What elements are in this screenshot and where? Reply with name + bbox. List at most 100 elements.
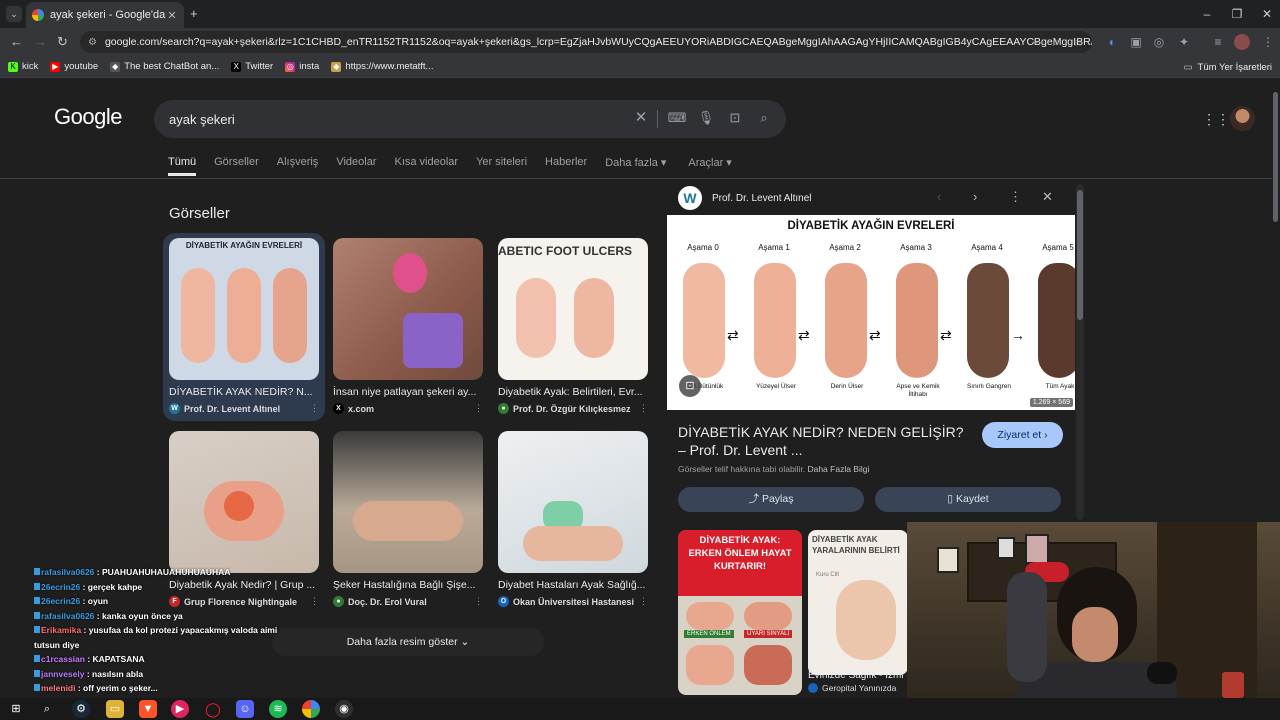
preview-image[interactable]: DİYABETİK AYAĞIN EVRELERİ Aşama 0 Cilt Bü… bbox=[667, 215, 1075, 410]
result-source[interactable]: W Prof. Dr. Levent Altınel ⋮ bbox=[169, 403, 319, 414]
tab-images[interactable]: Görseller bbox=[214, 152, 259, 176]
more-options-icon[interactable]: ⋮ bbox=[474, 403, 483, 414]
bookmark-metatft[interactable]: ◆ https://www.metatft... bbox=[331, 61, 433, 72]
chat-username[interactable]: 26ecrin26 bbox=[41, 596, 80, 606]
bookmark-chatbot[interactable]: ◆ The best ChatBot an... bbox=[110, 61, 219, 72]
close-preview-icon[interactable]: ✕ bbox=[1042, 189, 1053, 205]
tab-videos[interactable]: Videolar bbox=[336, 152, 376, 176]
chat-username[interactable]: rafasilva0626 bbox=[41, 567, 94, 577]
bookmark-kick[interactable]: Kkick bbox=[8, 61, 38, 72]
related-image-2[interactable]: DİYABETİK AYAK YARALARININ BELİRTİ Kuru … bbox=[808, 530, 908, 675]
steam-icon[interactable]: ⚙ bbox=[72, 700, 90, 718]
lens-icon[interactable]: ⊡ bbox=[725, 108, 745, 128]
tab-all[interactable]: Tümü bbox=[168, 152, 197, 176]
site-info-icon[interactable]: ⚙ bbox=[88, 37, 97, 48]
more-options-icon[interactable]: ⋮ bbox=[639, 403, 648, 414]
chat-username[interactable]: c1rcassian bbox=[41, 654, 85, 664]
image-result[interactable]: İnsan niye patlayan şekeri ay... Xx.com ⋮ bbox=[333, 238, 483, 414]
result-title[interactable]: Diyabetik Ayak: Belirtileri, Evr... bbox=[498, 386, 648, 398]
tab-search-icon[interactable]: ≡ bbox=[1210, 34, 1226, 50]
location-icon[interactable]: ⌖ bbox=[1027, 34, 1043, 50]
chat-username[interactable]: 26ecrin26 bbox=[41, 582, 80, 592]
related-image-1[interactable]: DİYABETİK AYAK: ERKEN ÖNLEM HAYAT KURTAR… bbox=[678, 530, 802, 695]
chat-username[interactable]: rafasilva0626 bbox=[41, 611, 94, 621]
panel-scrollbar[interactable] bbox=[1076, 184, 1084, 520]
brave-icon[interactable]: ▼ bbox=[139, 700, 157, 718]
more-options-icon[interactable]: ⋮ bbox=[310, 403, 319, 414]
minimize-icon[interactable]: – bbox=[1196, 4, 1218, 24]
tab-news[interactable]: Haberler bbox=[545, 152, 587, 176]
result-source[interactable]: O Okan Üniversitesi Hastanesi ⋮ bbox=[498, 596, 648, 607]
image-result[interactable]: Şeker Hastalığına Bağlı Şişe... ● Doç. Dr… bbox=[333, 431, 483, 607]
previous-image-icon[interactable]: ‹ bbox=[937, 189, 941, 204]
clear-search-icon[interactable]: ✕ bbox=[631, 108, 651, 128]
tab-shopping[interactable]: Alışveriş bbox=[277, 152, 319, 176]
file-explorer-icon[interactable]: ▭ bbox=[106, 700, 124, 718]
spotify-icon[interactable]: ≋ bbox=[269, 700, 287, 718]
bookmark-star-icon[interactable]: ☆ bbox=[1070, 34, 1086, 50]
discord-icon[interactable]: ☺ bbox=[236, 700, 254, 718]
bookmark-insta[interactable]: ◎ insta bbox=[285, 61, 319, 72]
related-title[interactable]: Evinizde Sağlık - İzmi bbox=[808, 670, 904, 681]
image-result[interactable]: Diyabet Hastaları Ayak Sağlığ... O Okan Ü… bbox=[498, 431, 648, 607]
bookmark-youtube[interactable]: ▶ youtube bbox=[50, 61, 98, 72]
panel-scroll-thumb[interactable] bbox=[1077, 190, 1083, 320]
maximize-icon[interactable]: ❐ bbox=[1226, 4, 1248, 24]
chat-username[interactable]: jannvesely bbox=[41, 669, 84, 679]
tab-short-videos[interactable]: Kısa videolar bbox=[394, 152, 458, 176]
result-title[interactable]: Şeker Hastalığına Bağlı Şişe... bbox=[333, 579, 483, 591]
keyboard-icon[interactable]: ⌨ bbox=[667, 108, 687, 128]
page-scroll-thumb[interactable] bbox=[1273, 92, 1278, 222]
result-source[interactable]: ● Doç. Dr. Erol Vural ⋮ bbox=[333, 596, 483, 607]
microphone-icon[interactable]: 🎙 bbox=[696, 108, 716, 128]
more-options-icon[interactable]: ⋮ bbox=[639, 596, 648, 607]
preview-site-name[interactable]: Prof. Dr. Levent Altınel bbox=[712, 193, 812, 204]
result-title[interactable]: İnsan niye patlayan şekeri ay... bbox=[333, 386, 483, 398]
reload-icon[interactable]: ↻ bbox=[57, 34, 68, 50]
zoom-icon[interactable]: ⌕ bbox=[1048, 34, 1064, 50]
bookmark-twitter[interactable]: X Twitter bbox=[231, 61, 273, 72]
result-title[interactable]: DİYABETİK AYAK NEDİR? N... bbox=[169, 386, 319, 398]
preview-title[interactable]: DİYABETİK AYAK NEDİR? NEDEN GELİŞİR? – P… bbox=[678, 423, 970, 459]
search-icon[interactable]: ⌕ bbox=[754, 108, 774, 128]
lens-search-icon[interactable]: ⊡ bbox=[679, 375, 701, 397]
more-options-icon[interactable]: ⋮ bbox=[474, 596, 483, 607]
image-result[interactable]: DİYABETİK AYAĞIN EVRELERİ DİYABETİK AYAK… bbox=[169, 238, 319, 414]
result-source[interactable]: Xx.com ⋮ bbox=[333, 403, 483, 414]
search-input[interactable]: ayak şekeri bbox=[154, 100, 786, 138]
chat-username[interactable]: Erikamika bbox=[41, 625, 81, 635]
tab-list-icon[interactable]: ⌄ bbox=[6, 6, 22, 22]
extension-2-icon[interactable]: ▣ bbox=[1128, 34, 1144, 50]
extension-3-icon[interactable]: ◎ bbox=[1151, 34, 1167, 50]
start-icon[interactable]: ⊞ bbox=[7, 700, 25, 718]
media-player-icon[interactable]: ▶ bbox=[171, 700, 189, 718]
opera-icon[interactable]: ◯ bbox=[204, 700, 222, 718]
google-logo[interactable]: Google bbox=[54, 104, 122, 130]
back-icon[interactable]: ← bbox=[10, 34, 23, 49]
extensions-puzzle-icon[interactable]: ✦ bbox=[1176, 34, 1192, 50]
result-title[interactable]: Diyabet Hastaları Ayak Sağlığ... bbox=[498, 579, 648, 591]
forward-icon[interactable]: → bbox=[34, 34, 47, 49]
result-source[interactable]: ● Prof. Dr. Özgür Kılıçkesmez ⋮ bbox=[498, 403, 648, 414]
learn-more-link[interactable]: Daha Fazla Bilgi bbox=[807, 464, 869, 474]
new-tab-icon[interactable]: + bbox=[190, 6, 198, 21]
chrome-icon[interactable] bbox=[302, 700, 320, 718]
visit-button[interactable]: Ziyaret et › bbox=[982, 422, 1063, 448]
related-source[interactable]: Geropital Yanınızda bbox=[808, 683, 896, 693]
all-bookmarks[interactable]: ▭ Tüm Yer İşaretleri bbox=[1184, 56, 1272, 78]
tab-more[interactable]: Daha fazla ▾ bbox=[605, 152, 666, 176]
more-options-icon[interactable]: ⋮ bbox=[1009, 189, 1022, 205]
google-apps-icon[interactable]: ⋮⋮ bbox=[1202, 111, 1230, 127]
obs-icon[interactable]: ◉ bbox=[335, 700, 353, 718]
profile-avatar-icon[interactable] bbox=[1234, 34, 1250, 50]
tab-active[interactable]: ayak şekeri - Google'da Ara ✕ bbox=[26, 2, 184, 28]
save-button[interactable]: ▯ Kaydet bbox=[875, 487, 1061, 512]
close-tab-icon[interactable]: ✕ bbox=[166, 9, 178, 22]
address-bar[interactable]: ⚙ google.com/search?q=ayak+şekeri&rlz=1C… bbox=[80, 31, 1092, 53]
tab-places[interactable]: Yer siteleri bbox=[476, 152, 527, 176]
account-avatar[interactable] bbox=[1230, 106, 1255, 131]
next-image-icon[interactable]: › bbox=[973, 189, 977, 204]
tab-tools[interactable]: Araçlar ▾ bbox=[688, 152, 731, 176]
share-button[interactable]: ⤴ Paylaş bbox=[678, 487, 864, 512]
search-icon[interactable]: ⌕ bbox=[38, 700, 56, 718]
